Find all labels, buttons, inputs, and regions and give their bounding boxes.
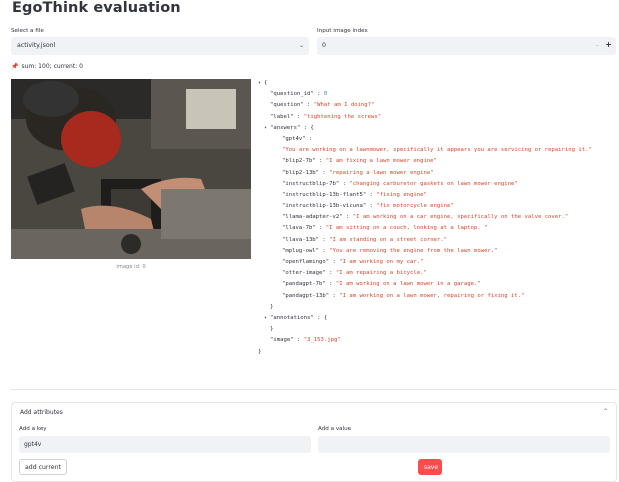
index-input[interactable]: 0 – + [317, 37, 616, 55]
add-attributes-panel: Add attributes ⌃ Add a key gpt4v Add a v… [11, 402, 617, 482]
json-answer: "blip2-13b" : "repairing a lawn mower en… [282, 169, 434, 176]
json-close-brace: } [270, 326, 274, 333]
page-title: EgoThink evaluation [12, 0, 181, 16]
index-input-label: Input image index [317, 28, 368, 34]
json-field-annotations[interactable]: ▾ "annotations" : { [258, 313, 618, 324]
activity-photo [11, 79, 251, 259]
chevron-down-icon: ⌄ [298, 42, 304, 49]
key-input[interactable]: gpt4v [19, 436, 311, 453]
json-field-question-id: "question_id" : 0 [270, 91, 328, 98]
json-field-label: "label" : "tightening the screws" [270, 113, 382, 120]
json-answer: "pandagpt-13b" : "I am working on a lawn… [282, 292, 525, 299]
decrement-button[interactable]: – [596, 41, 600, 49]
file-select-value: activity.jsonl [17, 42, 56, 49]
key-input-value: gpt4v [24, 441, 42, 448]
json-close-brace: } [270, 303, 274, 310]
json-field-answers[interactable]: ▾ "answers" : { [258, 123, 618, 134]
json-viewer: ▾{ "question_id" : 0 "question" : "What … [258, 78, 618, 358]
json-answer: "otter-image" : "I am repairing a bicycl… [282, 270, 427, 277]
add-attributes-title[interactable]: Add attributes [20, 409, 63, 416]
status-text: sum: 100; current: 0 [21, 63, 83, 70]
activity-image [11, 79, 251, 259]
json-field-question: "question" : "What am I doing?" [270, 102, 375, 109]
json-answer: "instructblip-13b-flant5" : "fixing engi… [282, 191, 427, 198]
json-answer: "blip2-7b" : "I am fixing a lawn mower e… [282, 158, 437, 165]
divider [11, 389, 618, 390]
key-label: Add a key [19, 426, 47, 432]
index-input-value: 0 [322, 42, 326, 49]
pin-icon: 📌 [11, 63, 19, 70]
json-answer-gpt4v-value: "You are working on a lawnmower, specifi… [282, 147, 592, 154]
value-label: Add a value [318, 426, 352, 432]
image-caption: image id: 0 [116, 264, 146, 270]
json-field-image: "image" : "3_153.jpg" [270, 337, 341, 344]
json-answer: "llava-7b" : "I am sitting on a couch, l… [282, 225, 488, 232]
json-answer: "openflamingo" : "I am working on my car… [282, 259, 424, 265]
file-select-label: Select a file [11, 28, 44, 34]
value-input[interactable] [318, 436, 610, 453]
json-answer: "mplug-owl" : "You are removing the engi… [282, 247, 498, 254]
json-close-brace: } [258, 348, 262, 355]
json-answer: "instructblip-7b" : "changing carburetor… [282, 180, 518, 187]
json-answer: "llava-13b" : "I am standing on a street… [282, 236, 448, 243]
json-answer-gpt4v-key: "gpt4v" : [282, 135, 313, 142]
save-button[interactable]: save [418, 459, 442, 475]
status-line: 📌 sum: 100; current: 0 [11, 63, 83, 70]
file-select[interactable]: activity.jsonl ⌄ [11, 37, 309, 55]
chevron-up-icon[interactable]: ⌃ [603, 408, 608, 415]
json-answer: "llama-adapter-v2" : "I am working on a … [282, 214, 569, 221]
json-answer: "pandagpt-7b" : "I am working on a lawn … [282, 281, 481, 288]
json-answer: "instructblip-13b-vicuna" : "fix motorcy… [282, 203, 454, 210]
add-current-button[interactable]: add current [19, 459, 67, 475]
increment-button[interactable]: + [605, 40, 612, 49]
